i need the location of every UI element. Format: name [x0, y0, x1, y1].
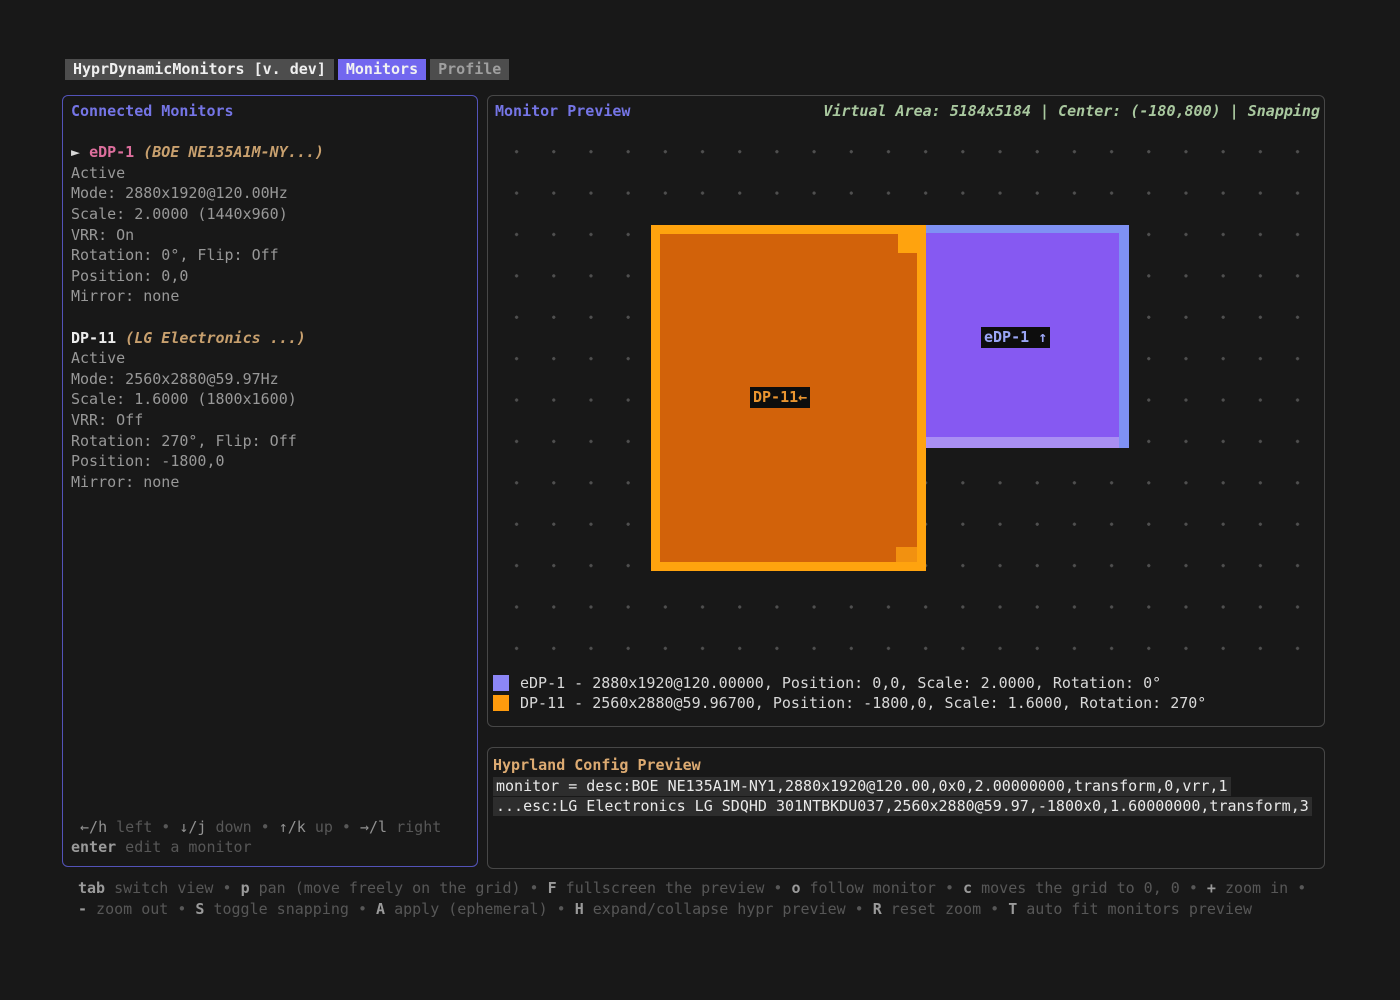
spacer: [71, 307, 469, 328]
key-enter: enter: [71, 838, 116, 856]
legend-text: eDP-1 - 2880x1920@120.00000, Position: 0…: [520, 674, 1161, 692]
key-up: ↑/k: [279, 818, 306, 836]
monitor-preview-panel: Monitor Preview Virtual Area: 5184x5184 …: [487, 95, 1325, 727]
monitor-detail-line: Position: -1800,0: [71, 451, 469, 472]
key-T: T: [1008, 900, 1017, 918]
key-down: ↓/j: [179, 818, 206, 836]
legend-row-dp11: DP-11 - 2560x2880@59.96700, Position: -1…: [493, 693, 1206, 713]
selection-arrow-icon: ►: [71, 143, 89, 161]
help-line-1: tab switch view • p pan (move freely on …: [78, 878, 1340, 899]
preview-grid[interactable]: eDP-1 ↑ DP-11←: [489, 123, 1323, 665]
monitor-label-edp1: eDP-1 ↑: [981, 327, 1050, 348]
tab-monitors[interactable]: Monitors: [338, 59, 426, 80]
monitor-detail-line: Active: [71, 348, 469, 369]
config-monitor-line-edp1: monitor = desc:BOE NE135A1M-NY1,2880x192…: [493, 777, 1231, 796]
app-screen: HyprDynamicMonitors [v. dev] Monitors Pr…: [0, 0, 1400, 1000]
preview-header: Monitor Preview Virtual Area: 5184x5184 …: [495, 101, 1320, 122]
monitor-detail-line: Position: 0,0: [71, 266, 469, 287]
dp11-top-right-handle[interactable]: [898, 234, 917, 253]
key-H: H: [575, 900, 584, 918]
app-title: HyprDynamicMonitors [v. dev]: [65, 59, 334, 80]
key-left: ←/h: [71, 818, 107, 836]
enter-keybind-line: enter edit a monitor: [71, 837, 469, 858]
edp1-color-swatch: [493, 675, 509, 691]
monitor-description: (BOE NE135A1M-NY...): [134, 143, 324, 161]
nav-keybinds-line: ←/h left • ↓/j down • ↑/k up • →/l right: [71, 817, 469, 838]
monitor-detail-line: Rotation: 270°, Flip: Off: [71, 431, 469, 452]
key-tab: tab: [78, 879, 105, 897]
edp1-top-border: [926, 225, 1129, 233]
legend-row-edp1: eDP-1 - 2880x1920@120.00000, Position: 0…: [493, 673, 1206, 693]
monitor-detail-line: Mirror: none: [71, 286, 469, 307]
key-p: p: [241, 879, 250, 897]
monitor-name: DP-11: [71, 329, 116, 347]
monitor-detail-line: Mode: 2880x1920@120.00Hz: [71, 183, 469, 204]
monitor-entry-dp11[interactable]: DP-11 (LG Electronics ...) Active Mode: …: [71, 328, 469, 493]
key-c: c: [963, 879, 972, 897]
virtual-area-status: Virtual Area: 5184x5184 | Center: (-180,…: [823, 101, 1320, 122]
monitor-detail-line: Scale: 2.0000 (1440x960): [71, 204, 469, 225]
dp11-bottom-right-handle[interactable]: [896, 547, 917, 562]
key-A: A: [376, 900, 385, 918]
legend-text: DP-11 - 2560x2880@59.96700, Position: -1…: [520, 694, 1206, 712]
connected-monitors-title: Connected Monitors: [71, 101, 469, 122]
monitor-rect-edp1[interactable]: eDP-1 ↑: [926, 225, 1129, 448]
help-bar: tab switch view • p pan (move freely on …: [78, 878, 1340, 920]
left-panel-keybinds: ←/h left • ↓/j down • ↑/k up • →/l right…: [71, 817, 469, 858]
edp1-right-border: [1119, 225, 1129, 448]
preview-title: Monitor Preview: [495, 101, 630, 122]
monitor-label-dp11: DP-11←: [750, 387, 810, 408]
key-minus: -: [78, 900, 87, 918]
key-F: F: [548, 879, 557, 897]
connected-monitors-panel: Connected Monitors ► eDP-1 (BOE NE135A1M…: [62, 95, 478, 867]
tab-bar: HyprDynamicMonitors [v. dev] Monitors Pr…: [65, 59, 509, 80]
monitor-detail-line: VRR: On: [71, 225, 469, 246]
config-monitor-line-dp11: ...esc:LG Electronics LG SDQHD 301NTBKDU…: [493, 797, 1312, 816]
monitor-header[interactable]: DP-11 (LG Electronics ...): [71, 328, 469, 349]
monitor-detail-line: Scale: 1.6000 (1800x1600): [71, 389, 469, 410]
help-line-2: - zoom out • S toggle snapping • A apply…: [78, 899, 1340, 920]
monitor-detail-line: VRR: Off: [71, 410, 469, 431]
monitor-name: eDP-1: [89, 143, 134, 161]
tab-profile[interactable]: Profile: [430, 59, 509, 80]
config-line: ...esc:LG Electronics LG SDQHD 301NTBKDU…: [493, 796, 1319, 817]
config-line: monitor = desc:BOE NE135A1M-NY1,2880x192…: [493, 776, 1319, 797]
spacer: [71, 122, 469, 143]
monitor-description: (LG Electronics ...): [116, 329, 306, 347]
monitor-detail-line: Mode: 2560x2880@59.97Hz: [71, 369, 469, 390]
monitor-header[interactable]: ► eDP-1 (BOE NE135A1M-NY...): [71, 142, 469, 163]
monitor-detail-line: Rotation: 0°, Flip: Off: [71, 245, 469, 266]
config-panel-title: Hyprland Config Preview: [493, 755, 1319, 776]
monitor-rect-dp11[interactable]: DP-11←: [651, 225, 926, 571]
hyprland-config-panel: Hyprland Config Preview monitor = desc:B…: [487, 747, 1325, 869]
monitor-detail-line: Active: [71, 163, 469, 184]
monitor-entry-edp1[interactable]: ► eDP-1 (BOE NE135A1M-NY...) Active Mode…: [71, 142, 469, 307]
dp11-color-swatch: [493, 695, 509, 711]
monitor-detail-line: Mirror: none: [71, 472, 469, 493]
preview-legend: eDP-1 - 2880x1920@120.00000, Position: 0…: [493, 673, 1206, 713]
key-right: →/l: [360, 818, 387, 836]
edp1-bottom-snap-strip: [926, 437, 1119, 448]
key-plus: +: [1207, 879, 1216, 897]
key-R: R: [873, 900, 882, 918]
